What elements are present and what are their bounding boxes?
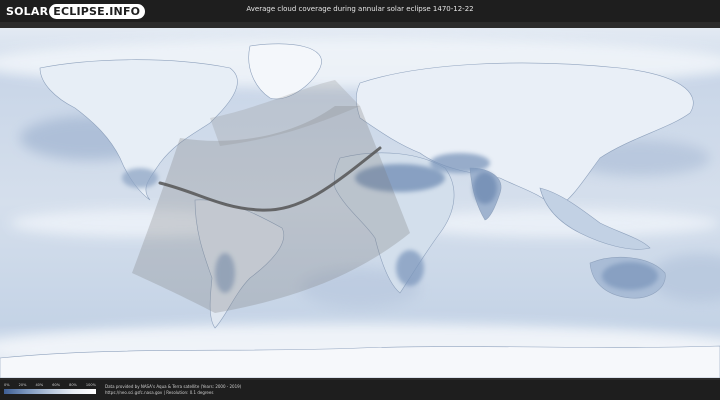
- cloud-coverage-legend: [4, 389, 96, 394]
- page-title: Average cloud coverage during annular so…: [246, 5, 474, 13]
- cloud-coverage-map: [0, 28, 720, 378]
- site-logo[interactable]: SOLAR ECLIPSE.INFO: [6, 3, 146, 19]
- credit-line-2: https://neo.sci.gsfc.nasa.gov | Resoluti…: [105, 390, 214, 395]
- logo-text-eclipse: ECLIPSE.INFO: [49, 3, 146, 19]
- data-credit: Data provided by NASA's Aqua & Terra sat…: [105, 384, 241, 396]
- logo-text-solar: SOLAR: [6, 4, 49, 18]
